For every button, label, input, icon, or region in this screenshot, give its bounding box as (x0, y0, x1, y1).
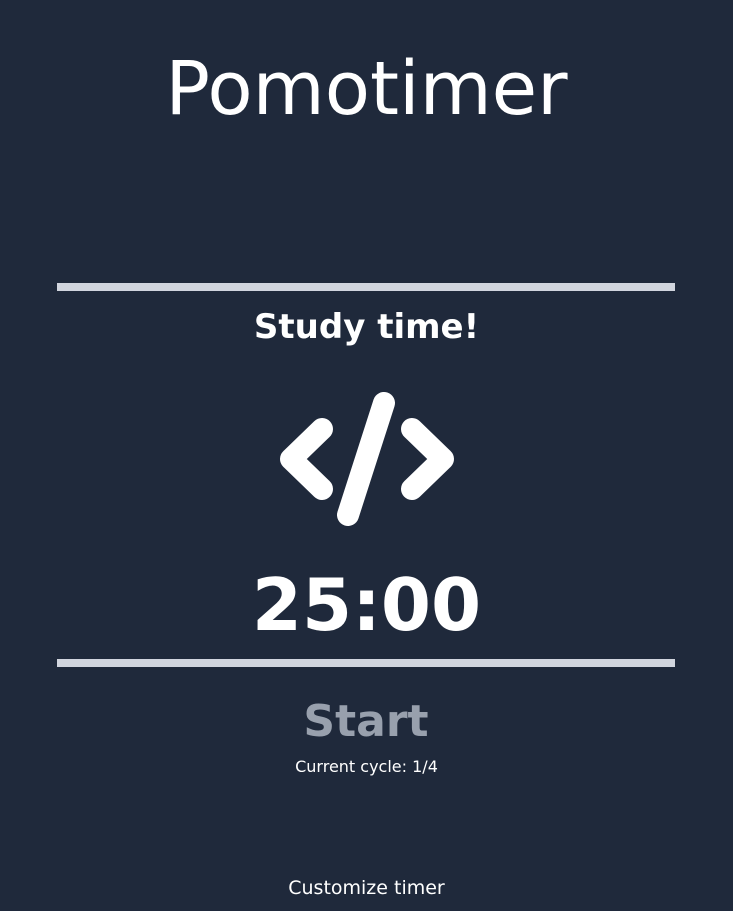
mode-label: Study time! (253, 307, 480, 347)
start-button[interactable]: Start (266, 694, 466, 750)
timer-display: 25:00 (251, 563, 482, 647)
app-title: Pomotimer (165, 46, 568, 132)
bottom-divider (57, 659, 675, 667)
code-icon (266, 385, 466, 535)
top-divider (57, 283, 675, 291)
cycle-counter: Current cycle: 1/4 (295, 757, 438, 776)
customize-timer-link[interactable]: Customize timer (0, 876, 733, 900)
